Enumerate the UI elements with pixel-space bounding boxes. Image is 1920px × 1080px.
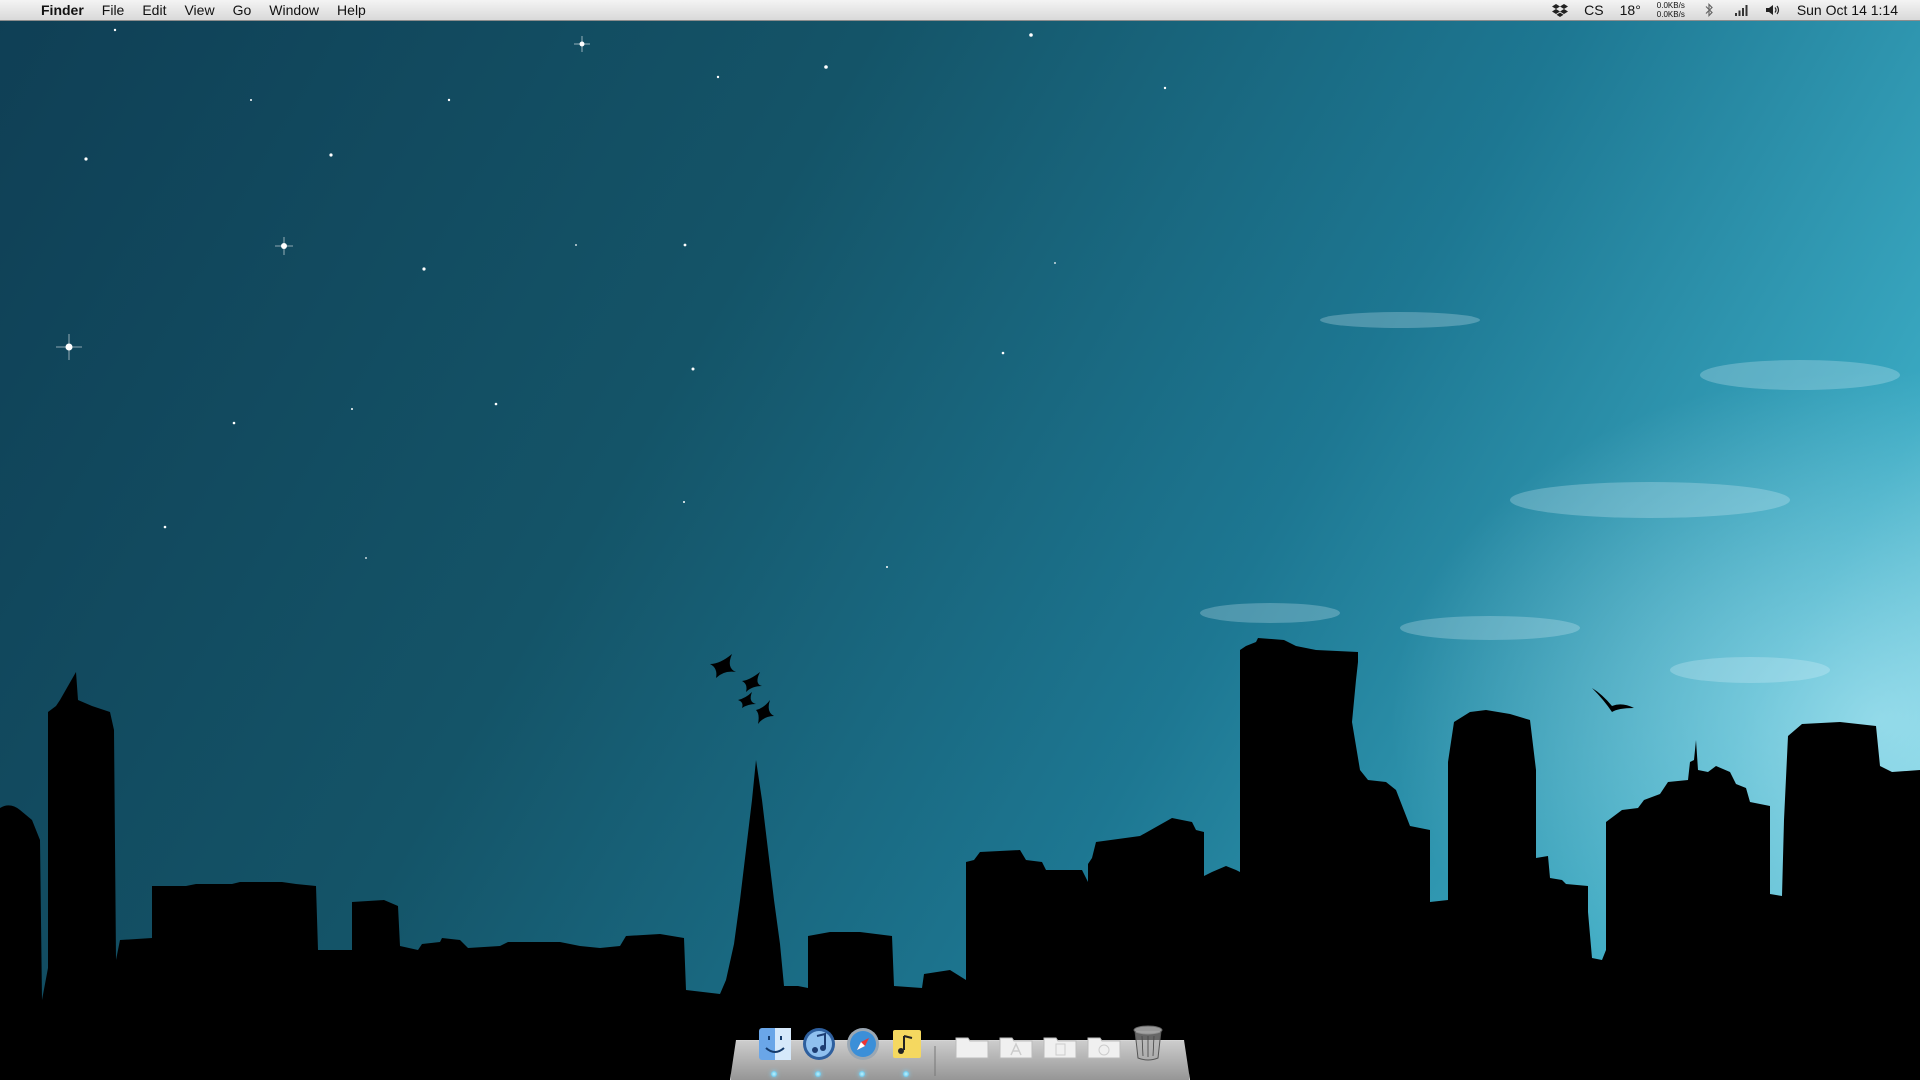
menu-window[interactable]: Window [260, 0, 328, 21]
dock-running-indicator [859, 1071, 865, 1077]
wifi-signal-icon[interactable] [1725, 3, 1757, 17]
star [84, 157, 88, 161]
city-skyline-wallpaper [0, 28, 1920, 1080]
star [494, 402, 498, 406]
dropbox-icon[interactable] [1544, 3, 1576, 17]
star [575, 244, 577, 246]
star [691, 367, 695, 371]
bird [738, 692, 756, 708]
menu-view[interactable]: View [175, 0, 223, 21]
menu-bar: Finder File Edit View Go Window Help CS … [0, 0, 1920, 21]
menu-app-name[interactable]: Finder [32, 0, 93, 21]
star-flares [56, 36, 590, 360]
star [232, 421, 236, 425]
net-download: 0.0KB/s [1656, 10, 1685, 19]
bluetooth-icon[interactable] [1693, 3, 1725, 17]
clock-status[interactable]: Sun Oct 14 1:14 [1789, 0, 1906, 21]
dock-trash-icon[interactable] [1128, 1022, 1168, 1062]
bird [710, 654, 736, 678]
dock-applications-folder-icon[interactable] [996, 1026, 1036, 1066]
dock-notes-music-icon[interactable] [887, 1024, 927, 1064]
star [365, 557, 367, 559]
dock-separator [934, 1046, 936, 1076]
star [716, 75, 720, 79]
dock-safari-icon[interactable] [843, 1024, 883, 1064]
menu-file[interactable]: File [93, 0, 134, 21]
menu-help[interactable]: Help [328, 0, 375, 21]
dock-downloads-folder-icon[interactable] [1084, 1026, 1124, 1066]
star [886, 566, 888, 568]
bird [756, 700, 774, 724]
temperature-status[interactable]: 18° [1612, 0, 1649, 21]
volume-icon[interactable] [1757, 3, 1789, 17]
star [824, 65, 828, 69]
desktop[interactable]: Finder File Edit View Go Window Help CS … [0, 0, 1920, 1080]
menu-edit[interactable]: Edit [133, 0, 175, 21]
star [250, 99, 252, 101]
dock-running-indicator [771, 1071, 777, 1077]
dock-running-indicator [903, 1071, 909, 1077]
star [351, 408, 353, 410]
star [113, 28, 117, 32]
star [329, 153, 333, 157]
dock-documents-folder-icon[interactable] [1040, 1026, 1080, 1066]
star [683, 243, 687, 247]
net-upload: 0.0KB/s [1656, 1, 1685, 10]
bird [1592, 688, 1634, 712]
star [683, 501, 685, 503]
stars [65, 28, 1167, 568]
dock-finder-icon[interactable] [755, 1024, 795, 1064]
star [447, 98, 451, 102]
star [1001, 351, 1005, 355]
star [422, 267, 426, 271]
star [1163, 86, 1167, 90]
bird [742, 672, 762, 692]
dock-folder-icon[interactable] [952, 1026, 992, 1066]
menu-go[interactable]: Go [224, 0, 261, 21]
weather-status[interactable]: CS [1576, 0, 1611, 21]
star [1029, 33, 1033, 37]
skyline-silhouette [0, 638, 1920, 1080]
dock-itunes-icon[interactable] [799, 1024, 839, 1064]
star [1054, 262, 1056, 264]
network-speed-status[interactable]: 0.0KB/s 0.0KB/s [1649, 1, 1693, 19]
star [163, 525, 167, 529]
dock-running-indicator [815, 1071, 821, 1077]
clouds [1200, 312, 1900, 683]
